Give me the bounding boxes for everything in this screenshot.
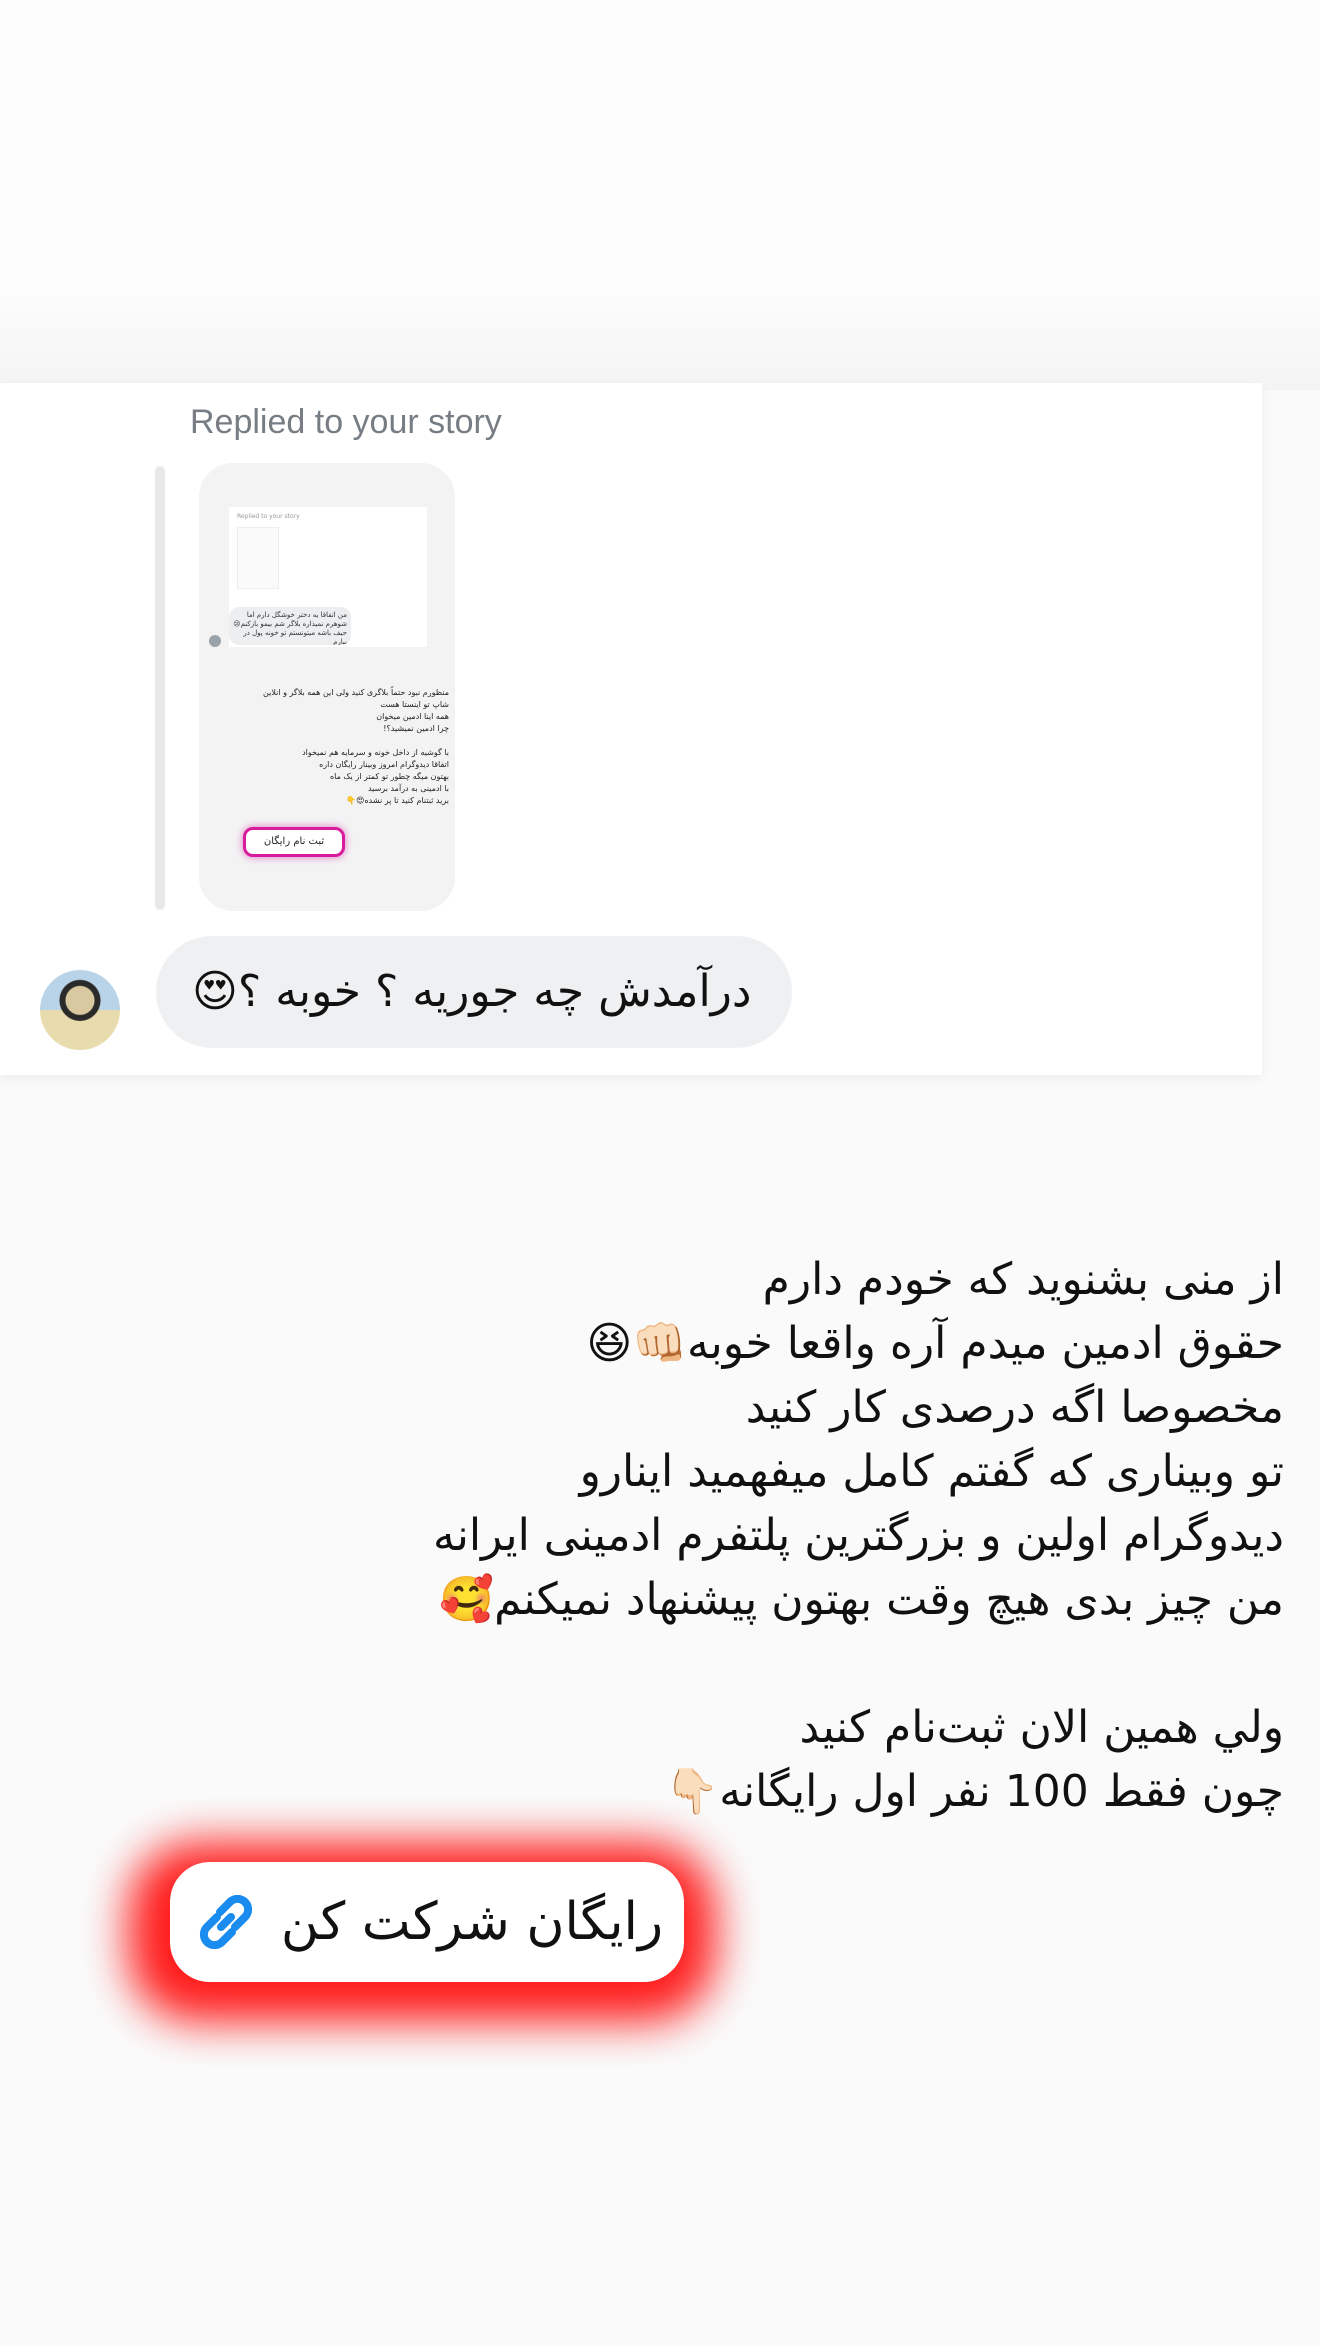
story-thumbnail[interactable]: Replied to your story من اتفاقا یه دختر … <box>199 463 455 911</box>
message-bubble: درآمدش چه جوریه ؟ خوبه ؟😍 <box>156 936 792 1048</box>
thumbnail-caption: منظورم نبود حتماً بلاگری کنید ولی این هم… <box>263 688 449 805</box>
top-fade <box>0 280 1320 390</box>
thumbnail-avatar <box>209 635 221 647</box>
cta-label: رایگان شرکت کن <box>280 1892 664 1952</box>
message-text: درآمدش چه جوریه ؟ خوبه ؟😍 <box>192 966 752 1017</box>
story-caption: از منی بشنوید که خودم دارم حقوق ادمین می… <box>433 1254 1284 1817</box>
thumbnail-message-bubble: من اتفاقا یه دختر خوشگل دارم اما شوهرم ن… <box>229 607 351 645</box>
thumbnail-signup-pill: ثبت نام رایگان <box>243 827 345 857</box>
reply-quote-bar <box>155 466 165 910</box>
free-signup-link-button[interactable]: رایگان شرکت کن <box>170 1862 684 1982</box>
avatar[interactable] <box>40 970 120 1050</box>
thumbnail-nested-image <box>237 527 279 589</box>
link-icon <box>199 1894 252 1950</box>
replied-to-story-label: Replied to your story <box>190 403 502 441</box>
thumbnail-replied-label: Replied to your story <box>237 513 300 520</box>
